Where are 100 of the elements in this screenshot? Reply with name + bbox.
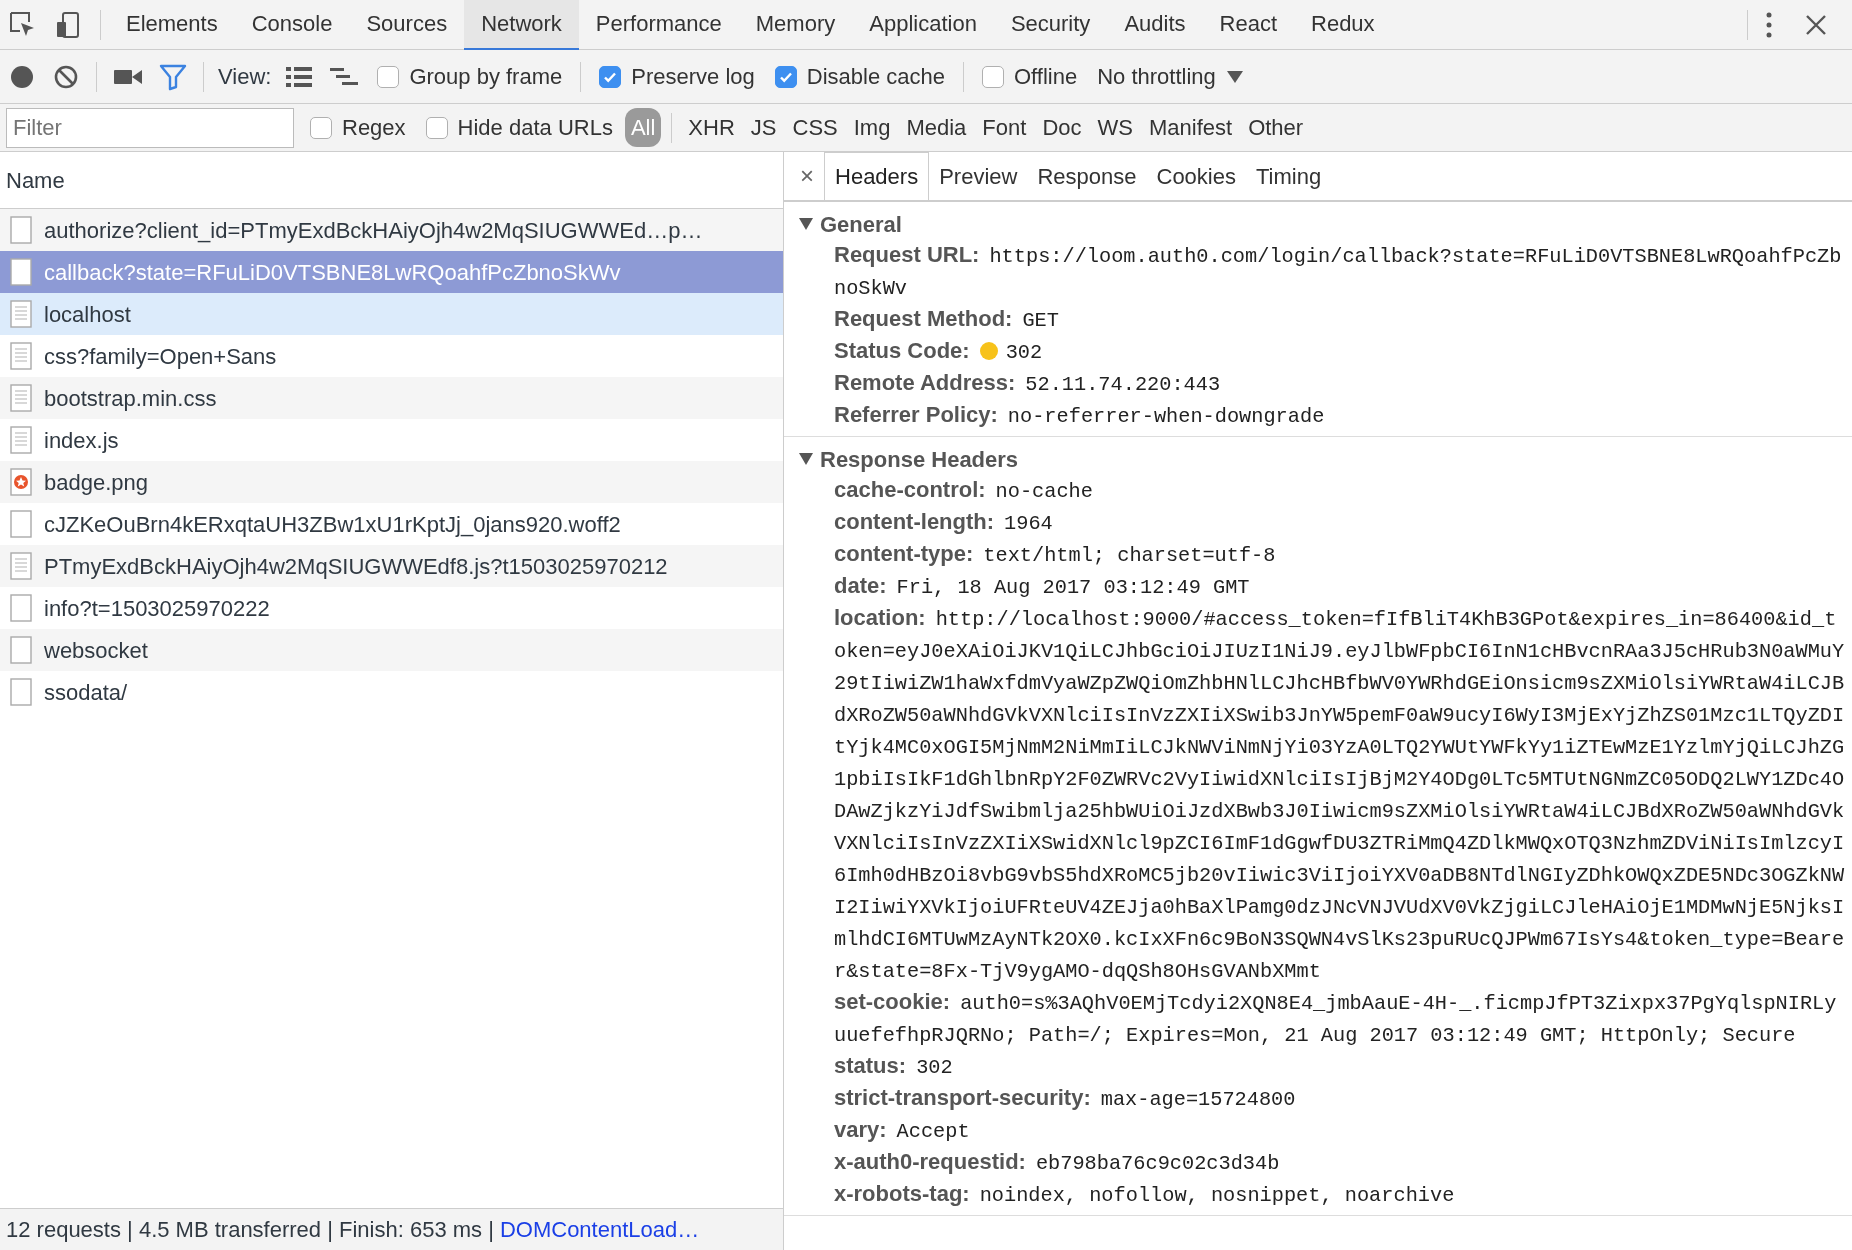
checkbox[interactable]: [981, 65, 1004, 88]
filter-field[interactable]: Filter: [6, 107, 294, 148]
image-file-icon: [10, 468, 32, 496]
request-row[interactable]: websocket: [0, 629, 783, 671]
header-line: content-length: 1964: [833, 508, 1054, 537]
checkbox[interactable]: [425, 116, 448, 139]
file-icon: [10, 258, 32, 286]
request-name: authorize?client_id=PTmyExdBckHAiyOjh4w2MqSIUGWWEd…p…: [44, 216, 703, 245]
request-name: callback?state=RFuLiD0VTSBNE8LwRQoahfPcZbnoSkWv: [44, 258, 621, 287]
panel-tab[interactable]: Memory: [738, 0, 853, 50]
panel-tab[interactable]: React: [1202, 0, 1294, 50]
option-checkbox[interactable]: Offline: [981, 60, 1078, 93]
dropdown-caret-icon[interactable]: [1225, 69, 1244, 84]
request-row[interactable]: badge.png: [0, 461, 783, 503]
panel-tab[interactable]: Elements: [109, 0, 235, 50]
section-title: Response Headers: [820, 445, 1019, 474]
checkbox[interactable]: [599, 65, 622, 88]
request-name: websocket: [44, 636, 148, 665]
panel-tab[interactable]: Network: [464, 0, 579, 50]
option-checkbox[interactable]: Regex: [310, 111, 406, 144]
option-label: Preserve log: [631, 63, 755, 91]
header-line: x-robots-tag: noindex, nofollow, nosnippet, noarchive: [833, 1180, 1456, 1209]
panel-tab[interactable]: Security: [993, 0, 1108, 50]
type-filter[interactable]: Other: [1242, 108, 1310, 147]
request-row[interactable]: localhost: [0, 293, 783, 335]
detail-tab[interactable]: Timing: [1246, 152, 1332, 200]
header-line: Remote Address: 52.11.74.220:443: [833, 369, 1222, 398]
panel-tab[interactable]: Performance: [578, 0, 739, 50]
header-line: x-auth0-requestid: eb798ba76c9c02c3d34b: [833, 1148, 1281, 1177]
request-row[interactable]: bootstrap.min.css: [0, 377, 783, 419]
option-label: Hide data URLs: [457, 114, 613, 142]
request-name: index.js: [44, 426, 119, 455]
header-line: strict-transport-security: max-age=15724800: [833, 1084, 1297, 1113]
request-row[interactable]: cJZKeOuBrn4kERxqtaUH3ZBw1xU1rKptJj_0jans920.woff2: [0, 503, 783, 545]
type-filter[interactable]: WS: [1091, 108, 1139, 147]
type-filter[interactable]: Doc: [1036, 108, 1088, 147]
timing-link[interactable]: DOMContentLoad…: [499, 1213, 700, 1246]
request-name: ssodata/: [44, 678, 128, 707]
status-summary: 12 requests | 4.5 MB transferred | Finish: 653 ms |: [6, 1216, 494, 1244]
type-filter[interactable]: Manifest: [1142, 108, 1239, 147]
request-row[interactable]: ssodata/: [0, 671, 783, 713]
file-icon: [10, 510, 32, 538]
header-line: date: Fri, 18 Aug 2017 03:12:49 GMT: [833, 572, 1251, 601]
detail-tab[interactable]: Headers: [824, 152, 930, 200]
throttling-dropdown[interactable]: No throttling: [1097, 60, 1216, 93]
type-filter[interactable]: CSS: [786, 108, 844, 147]
view-label: View:: [218, 63, 272, 91]
panel-tab[interactable]: Console: [234, 0, 350, 50]
panel-tab[interactable]: Application: [852, 0, 994, 50]
request-row[interactable]: PTmyExdBckHAiyOjh4w2MqSIUGWWEdf8.js?t1503025970212: [0, 545, 783, 587]
file-icon: [10, 678, 32, 706]
type-filter[interactable]: JS: [744, 108, 783, 147]
header-name: Status Code:: [834, 338, 970, 363]
option-checkbox[interactable]: Hide data URLs: [425, 111, 613, 144]
document-icon: [10, 552, 32, 580]
type-filter[interactable]: XHR: [682, 108, 741, 147]
checkbox[interactable]: [774, 65, 797, 88]
document-icon: [10, 300, 32, 328]
header-value: 302: [1005, 341, 1043, 364]
option-label: Offline: [1013, 63, 1078, 91]
header-line: Referrer Policy: no-referrer-when-downgrade: [833, 401, 1326, 430]
header-line: Request URL: https://loom.auth0.com/login/callback?state=RFuLiD0VTSBNE8LwRQoahfPcZbnoSkWv: [833, 241, 1843, 302]
checkbox[interactable]: [377, 65, 400, 88]
document-icon: [10, 342, 32, 370]
option-checkbox[interactable]: Disable cache: [774, 60, 945, 93]
detail-tab[interactable]: Response: [1027, 152, 1147, 200]
option-label: Regex: [342, 114, 406, 142]
document-icon: [10, 384, 32, 412]
panel-tab[interactable]: Sources: [349, 0, 465, 50]
file-icon: [10, 636, 32, 664]
panel-tab[interactable]: Audits: [1107, 0, 1203, 50]
panel-tab[interactable]: Redux: [1294, 0, 1392, 50]
request-name: localhost: [44, 300, 131, 329]
checkbox[interactable]: [310, 116, 332, 139]
detail-tab[interactable]: Preview: [929, 152, 1028, 200]
section-toggle[interactable]: General: [784, 208, 908, 240]
request-row[interactable]: authorize?client_id=PTmyExdBckHAiyOjh4w2MqSIUGWWEd…p…: [0, 209, 783, 251]
type-filter[interactable]: Img: [847, 108, 897, 147]
section-title: General: [820, 210, 902, 239]
column-header[interactable]: Name: [6, 163, 65, 197]
type-filter[interactable]: Media: [900, 108, 973, 147]
request-row[interactable]: index.js: [0, 419, 783, 461]
close-button[interactable]: ×: [790, 152, 824, 200]
request-name: cJZKeOuBrn4kERxqtaUH3ZBw1xU1rKptJj_0jans920.woff2: [44, 510, 621, 539]
document-icon: [10, 426, 32, 454]
request-row[interactable]: css?family=Open+Sans: [0, 335, 783, 377]
option-label: Group by frame: [409, 63, 563, 91]
detail-tab[interactable]: Cookies: [1146, 152, 1246, 200]
file-icon: [10, 216, 32, 244]
type-filter[interactable]: Font: [976, 108, 1033, 147]
request-name: bootstrap.min.css: [44, 384, 217, 413]
option-checkbox[interactable]: Group by frame: [377, 60, 563, 93]
request-row[interactable]: info?t=1503025970222: [0, 587, 783, 629]
request-name: badge.png: [44, 468, 148, 497]
section-toggle[interactable]: Response Headers: [784, 443, 1025, 475]
header-line: set-cookie: auth0=s%3AQhV0EMjTcdyi2XQN8E4_jmbAauE-4H-_.ficmpJfPT3Zixpx37PgYqlspNIRLyuuefefhpRJQRNo; Path=/; Expires=Mon, 21 Aug 2017 03:12:49 GMT; HttpOnly; Secure: [833, 988, 1838, 1049]
header-line: cache-control: no-cache: [833, 476, 1094, 505]
option-checkbox[interactable]: Preserve log: [599, 60, 755, 93]
request-name: PTmyExdBckHAiyOjh4w2MqSIUGWWEdf8.js?t1503025970212: [44, 552, 668, 581]
header-line: Request Method: GET: [833, 305, 1060, 334]
